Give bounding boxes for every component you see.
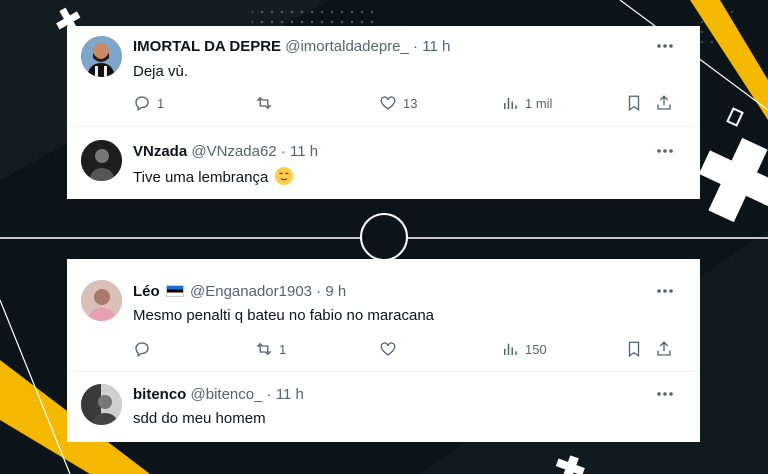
separator: ·	[266, 386, 272, 403]
share-icon	[657, 95, 671, 110]
like-count: 13	[403, 95, 418, 111]
estonia-flag-icon	[165, 285, 184, 297]
share-button[interactable]	[655, 339, 673, 359]
avatar[interactable]	[81, 384, 122, 425]
view-count: 150	[525, 341, 547, 357]
reply-icon	[135, 96, 149, 112]
tweet-text-line: Tive uma lembrança	[133, 167, 293, 186]
tweet-text: Tive uma lembrança	[133, 169, 269, 186]
views-chart-icon	[504, 343, 517, 355]
retweet-count: 1	[279, 341, 287, 357]
tweet-header: IMORTAL DA DEPRE @imortaldadepre_ · 11 h	[133, 38, 450, 55]
avatar-dark-icon	[81, 140, 122, 181]
display-name[interactable]: bitenco	[133, 386, 186, 403]
avatar[interactable]	[81, 280, 122, 321]
more-options-icon[interactable]	[656, 391, 674, 397]
tweet-reply[interactable]: bitenco @bitenco_ · 11 h sdd do meu home…	[67, 372, 700, 442]
reply-count: 1	[157, 95, 165, 111]
more-options-icon[interactable]	[656, 43, 674, 49]
display-name[interactable]: Léo	[133, 283, 160, 300]
reply-button[interactable]: 1	[133, 93, 164, 113]
views-chart-icon	[504, 97, 517, 109]
views-button[interactable]: 1 mil	[501, 93, 552, 113]
relieved-face-emoji-icon	[274, 167, 293, 185]
timestamp[interactable]: 11 h	[290, 143, 318, 160]
tweet-text: Mesmo penalti q bateu no fabio no maraca…	[133, 307, 435, 324]
separator: ·	[280, 143, 286, 160]
action-bar: 1 150	[133, 339, 676, 359]
separator: ·	[413, 38, 419, 55]
retweet-icon	[256, 342, 272, 356]
tweet-reply[interactable]: VNzada @VNzada62 · 11 h Tive uma lembran…	[67, 127, 700, 199]
bookmark-button[interactable]	[625, 339, 643, 359]
tweet-main[interactable]: IMORTAL DA DEPRE @imortaldadepre_ · 11 h…	[67, 26, 700, 127]
tweet-header: bitenco @bitenco_ · 11 h	[133, 386, 304, 403]
timestamp[interactable]: 9 h	[325, 283, 346, 300]
heart-icon	[380, 96, 396, 110]
bookmark-icon	[628, 95, 640, 112]
tweet-text: sdd do meu homem	[133, 410, 266, 427]
handle[interactable]: @Enganador1903	[190, 283, 312, 300]
tweet-header: VNzada @VNzada62 · 11 h	[133, 143, 318, 160]
tweet-text: Deja vù.	[133, 63, 189, 80]
share-button[interactable]	[655, 93, 673, 113]
share-icon	[657, 341, 671, 356]
retweet-button[interactable]	[255, 93, 279, 113]
tweet-card-top: IMORTAL DA DEPRE @imortaldadepre_ · 11 h…	[67, 26, 700, 199]
avatar[interactable]	[81, 140, 122, 181]
more-options-icon[interactable]	[656, 148, 674, 154]
display-name[interactable]: IMORTAL DA DEPRE	[133, 38, 281, 55]
like-button[interactable]	[379, 339, 403, 359]
tweet-card-bottom: Léo @Enganador1903 · 9 h Mesmo penalti q…	[67, 259, 700, 442]
timestamp[interactable]: 11 h	[422, 38, 450, 55]
avatar[interactable]	[81, 36, 122, 77]
handle[interactable]: @VNzada62	[191, 143, 276, 160]
reply-button[interactable]	[133, 339, 157, 359]
action-bar: 1 13 1 mil	[133, 93, 676, 113]
views-button[interactable]: 150	[501, 339, 547, 359]
bookmark-button[interactable]	[625, 93, 643, 113]
bookmark-icon	[628, 341, 640, 358]
reply-icon	[135, 342, 149, 358]
view-count: 1 mil	[525, 95, 553, 111]
timestamp[interactable]: 11 h	[276, 386, 304, 403]
avatar-person-icon	[81, 280, 122, 321]
display-name[interactable]: VNzada	[133, 143, 187, 160]
avatar-bw-icon	[81, 384, 122, 425]
tweet-main[interactable]: Léo @Enganador1903 · 9 h Mesmo penalti q…	[67, 259, 700, 371]
avatar-bald-man-icon	[81, 36, 122, 77]
separator: ·	[316, 283, 322, 300]
heart-icon	[380, 342, 396, 356]
tweet-header: Léo @Enganador1903 · 9 h	[133, 283, 346, 300]
handle[interactable]: @imortaldadepre_	[285, 38, 409, 55]
like-button[interactable]: 13	[379, 93, 417, 113]
more-options-icon[interactable]	[656, 288, 674, 294]
handle[interactable]: @bitenco_	[191, 386, 263, 403]
retweet-button[interactable]: 1	[255, 339, 286, 359]
retweet-icon	[256, 96, 272, 110]
